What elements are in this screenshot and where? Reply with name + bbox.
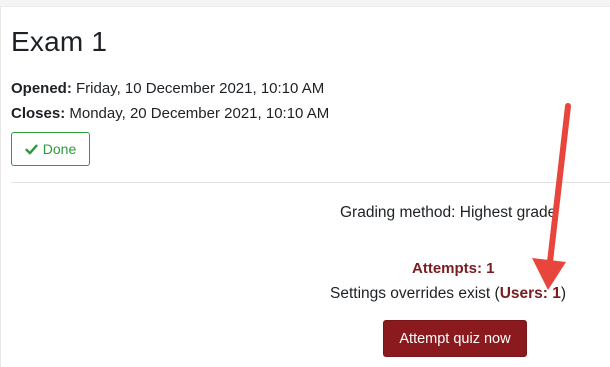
closes-date: Closes: Monday, 20 December 2021, 10:10 … — [11, 105, 329, 122]
attempt-quiz-button[interactable]: Attempt quiz now — [383, 320, 527, 357]
opened-value: Friday, 10 December 2021, 10:10 AM — [71, 80, 325, 97]
users-link[interactable]: Users: 1 — [500, 285, 561, 302]
divider — [11, 182, 610, 183]
check-icon — [25, 144, 38, 154]
closes-value: Monday, 20 December 2021, 10:10 AM — [65, 105, 330, 122]
overrides-suffix: ) — [560, 285, 567, 302]
opened-label: Opened: — [11, 80, 72, 97]
grading-method: Grading method: Highest grade — [340, 204, 557, 221]
overrides-prefix: Settings overrides exist ( — [330, 285, 500, 302]
closes-label: Closes: — [11, 105, 66, 122]
opened-date: Opened: Friday, 10 December 2021, 10:10 … — [11, 80, 324, 97]
settings-overrides: Settings overrides exist (Users: 1) — [330, 285, 566, 303]
done-button[interactable]: Done — [11, 132, 90, 166]
done-label: Done — [42, 141, 77, 157]
attempts-link[interactable]: Attempts: 1 — [412, 260, 495, 277]
quiz-card: Exam 1 Opened: Friday, 10 December 2021,… — [0, 6, 610, 367]
page-title: Exam 1 — [11, 26, 108, 57]
